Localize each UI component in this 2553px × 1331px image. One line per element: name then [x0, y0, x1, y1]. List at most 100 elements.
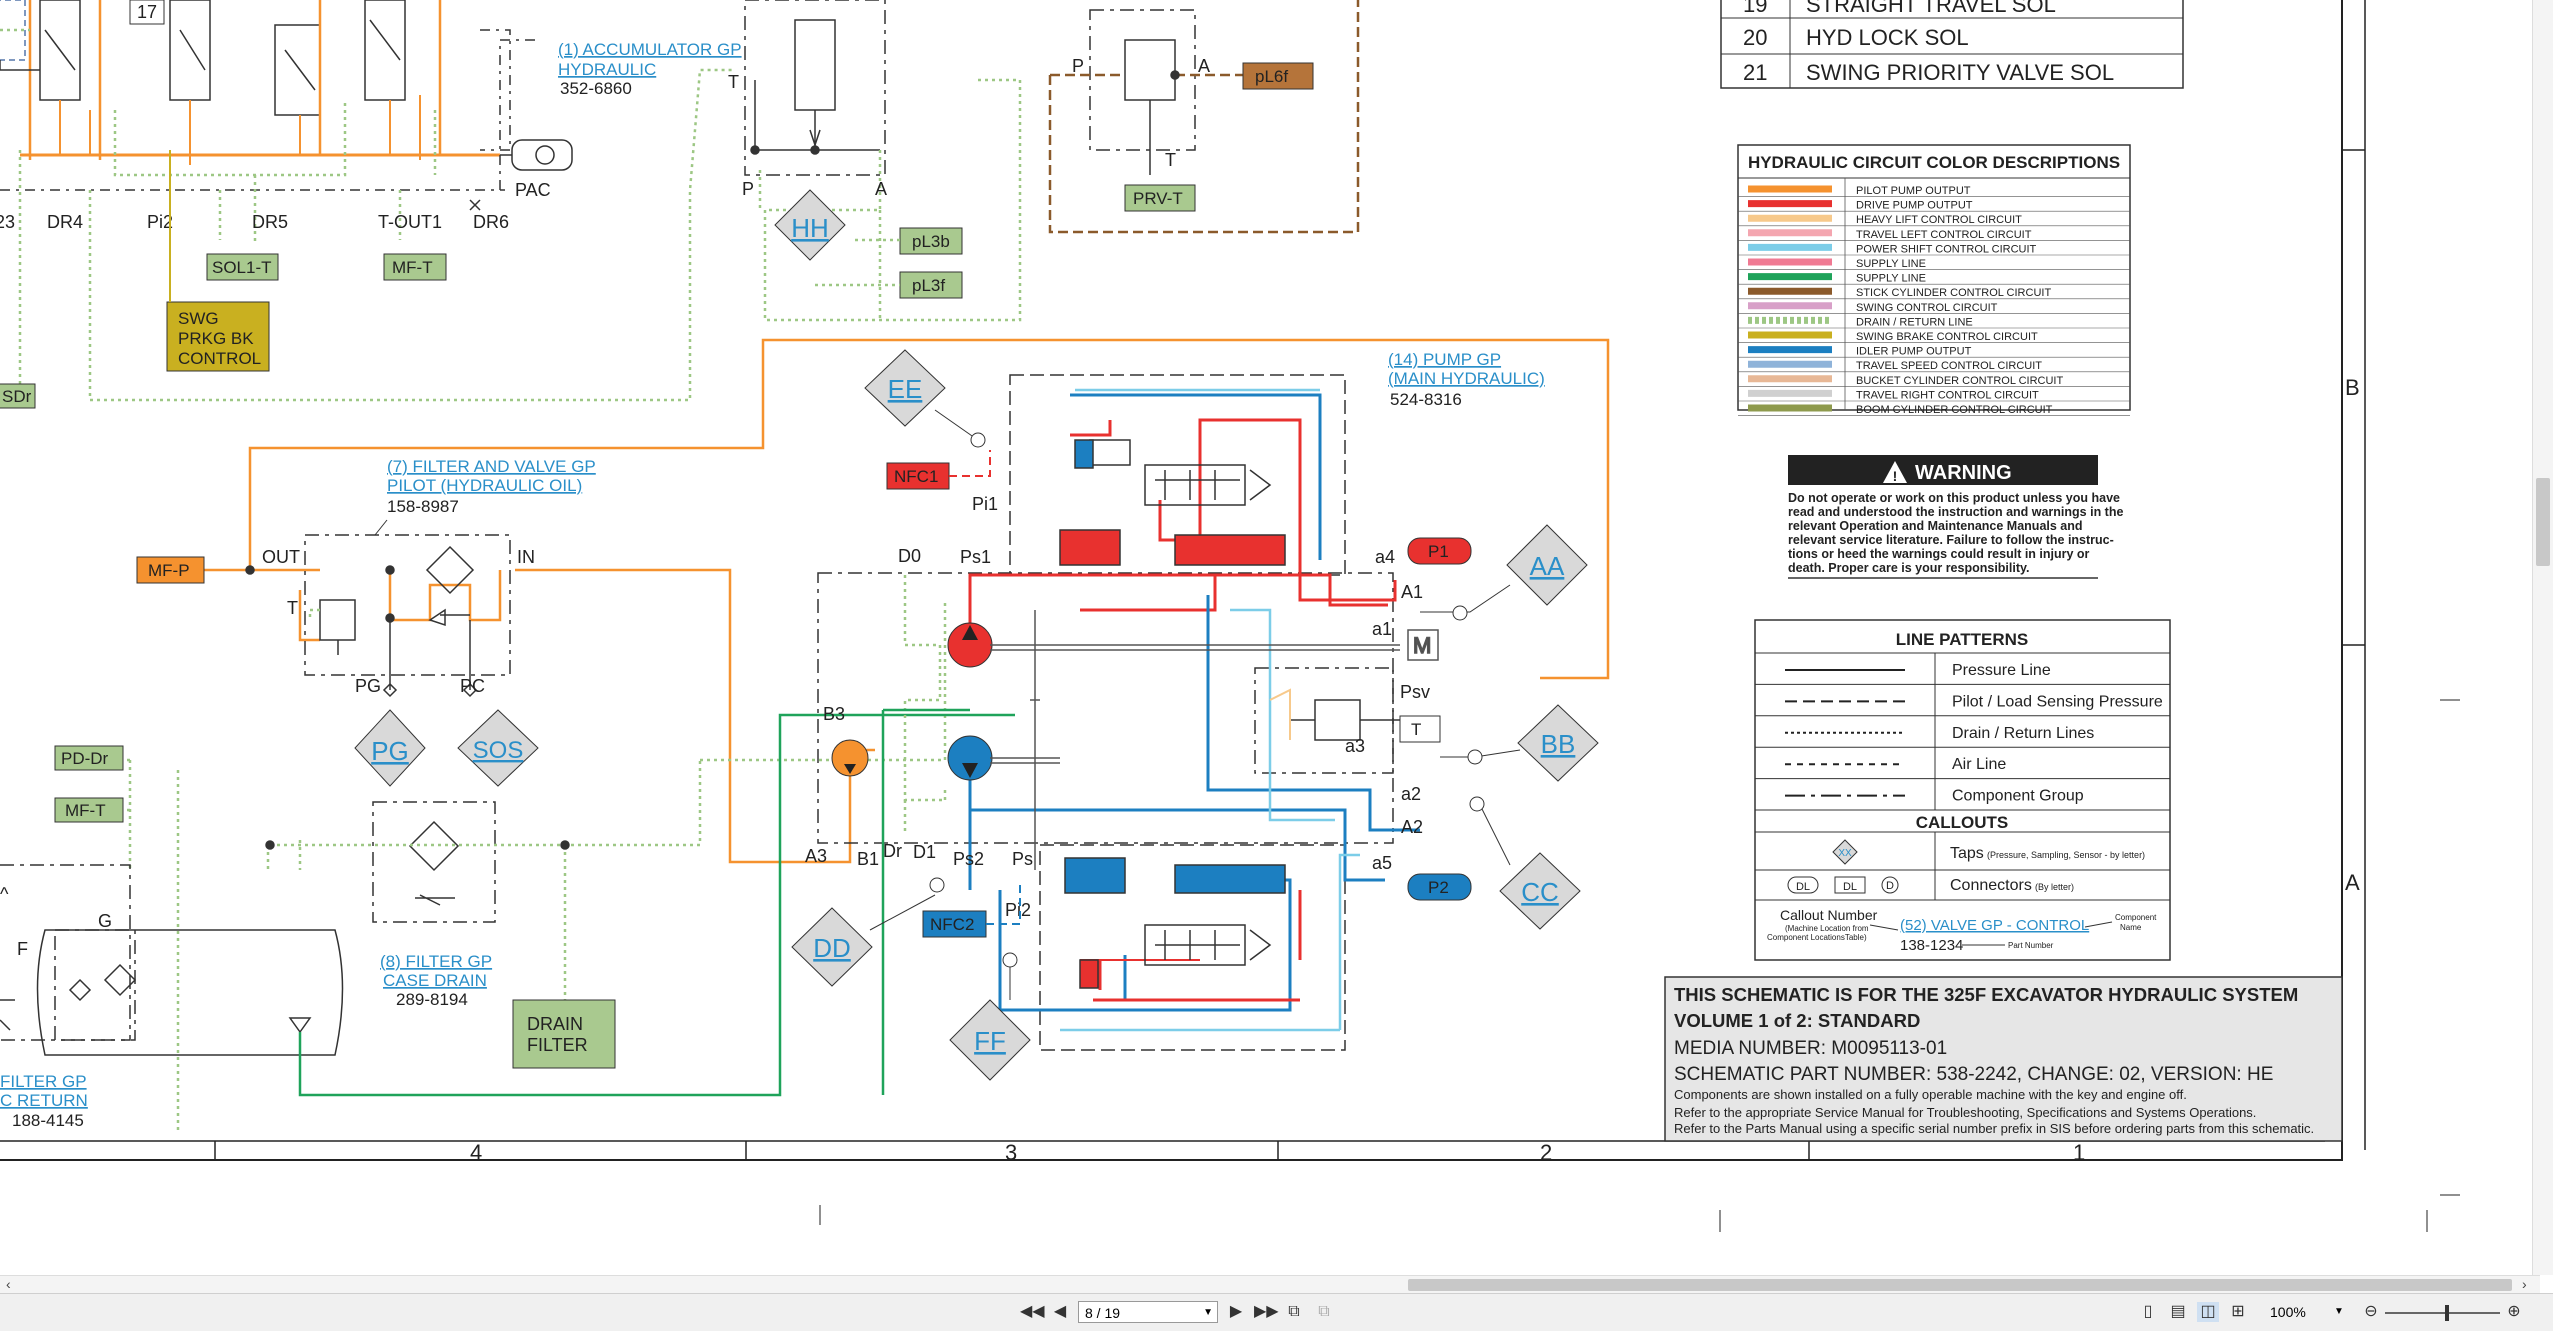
svg-text:DL: DL: [1843, 881, 1857, 893]
pump-callout-title[interactable]: (14) PUMP GP: [1388, 350, 1501, 369]
svg-text:PILOT PUMP OUTPUT: PILOT PUMP OUTPUT: [1856, 185, 1971, 197]
first-page-icon[interactable]: ◀◀: [1020, 1302, 1045, 1322]
tap-dd[interactable]: DD: [791, 907, 873, 987]
scroll-right-icon[interactable]: ›: [2522, 1276, 2527, 1292]
chevron-down-icon[interactable]: ▼: [1203, 1302, 1213, 1324]
continuous-view-icon[interactable]: ▤: [2167, 1302, 2189, 1322]
svg-text:SOL1-T: SOL1-T: [212, 258, 272, 277]
port-box-pl3f: pL3f: [899, 271, 963, 299]
scroll-left-icon[interactable]: ‹: [6, 1276, 11, 1292]
svg-text:Ps2: Ps2: [953, 849, 984, 869]
color-descriptions-table: HYDRAULIC CIRCUIT COLOR DESCRIPTIONS PIL…: [1737, 144, 2131, 416]
svg-text:19: 19: [1743, 0, 1767, 17]
svg-text:Psv: Psv: [1400, 682, 1430, 702]
horizontal-scrollbar[interactable]: ‹ ›: [0, 1275, 2540, 1294]
svg-text:Component Group: Component Group: [1952, 788, 2084, 805]
svg-text:Refer to the Parts Manual usin: Refer to the Parts Manual using a specif…: [1674, 1121, 2314, 1136]
zoom-level[interactable]: 100% ▼: [2270, 1302, 2350, 1322]
svg-text:A2: A2: [1401, 817, 1423, 837]
zoom-slider[interactable]: [2385, 1305, 2500, 1321]
tap-ee[interactable]: EE: [864, 349, 946, 427]
svg-text:(Machine Location from: (Machine Location from: [1785, 924, 1869, 933]
top-center-labels: T P A: [728, 72, 887, 199]
zoom-out-icon[interactable]: ⊖: [2362, 1302, 2380, 1322]
next-page-icon[interactable]: ▶: [1226, 1302, 1246, 1322]
single-page-view-icon[interactable]: ▯: [2137, 1302, 2159, 1322]
zoom-in-icon[interactable]: ⊕: [2505, 1302, 2523, 1322]
svg-text:relevant Operation and Mainten: relevant Operation and Maintenance Manua…: [1788, 519, 2083, 533]
previous-page-icon[interactable]: ◀: [1050, 1302, 1070, 1322]
svg-text:Taps: Taps: [1950, 845, 1984, 862]
svg-text:NFC1: NFC1: [894, 467, 938, 486]
facing-view-icon[interactable]: ◫: [2197, 1302, 2219, 1322]
fit-width-icon[interactable]: ⊞: [2227, 1302, 2249, 1322]
vertical-scroll-thumb[interactable]: [2536, 478, 2550, 566]
return-part-number: 188-4145: [12, 1111, 84, 1130]
svg-text:BOOM CYLINDER CONTROL CIRCUIT: BOOM CYLINDER CONTROL CIRCUIT: [1856, 404, 2053, 416]
svg-text:DRIVE PUMP OUTPUT: DRIVE PUMP OUTPUT: [1856, 200, 1973, 212]
svg-text:P: P: [1072, 56, 1084, 76]
svg-text:FF: FF: [974, 1026, 1006, 1056]
forward-view-icon[interactable]: ⧉: [1312, 1302, 1336, 1322]
return-callout-title[interactable]: FILTER GP: [0, 1072, 87, 1091]
pump-callout-sub[interactable]: (MAIN HYDRAULIC): [1388, 369, 1545, 388]
svg-text:Drain / Return Lines: Drain / Return Lines: [1952, 725, 2094, 742]
last-page-icon[interactable]: ▶▶: [1254, 1302, 1279, 1322]
svg-text:SUPPLY LINE: SUPPLY LINE: [1856, 258, 1926, 270]
svg-text:SOS: SOS: [473, 737, 524, 764]
accumulator-callout-title[interactable]: (1) ACCUMULATOR GP: [558, 40, 742, 59]
viewer-toolbar: ◀◀ ◀ 8 / 19 ▼ ▶ ▶▶ ⧉ ⧉ ▯ ▤ ◫ ⊞ 100% ▼ ⊖ …: [0, 1293, 2553, 1331]
case-drain-callout-title[interactable]: (8) FILTER GP: [380, 952, 492, 971]
relief-valve-group: [744, 0, 1022, 322]
svg-text:DRAIN: DRAIN: [527, 1014, 583, 1034]
tap-ff[interactable]: FF: [949, 999, 1031, 1081]
svg-text:SWING PRIORITY VALVE SOL: SWING PRIORITY VALVE SOL: [1806, 60, 2114, 85]
svg-text:SUPPLY LINE: SUPPLY LINE: [1856, 273, 1926, 285]
drive-pump-1: [947, 622, 993, 668]
horizontal-scroll-thumb[interactable]: [1408, 1279, 2512, 1291]
tap-hh[interactable]: HH: [774, 189, 846, 261]
svg-text:B3: B3: [823, 704, 845, 724]
svg-text:CONTROL: CONTROL: [178, 349, 261, 368]
accumulator-callout-sub[interactable]: HYDRAULIC: [558, 60, 656, 79]
zone-label: 3: [1005, 1140, 1017, 1165]
svg-text:FILTER: FILTER: [527, 1035, 588, 1055]
svg-text:VOLUME 1 of 2: STANDARD: VOLUME 1 of 2: STANDARD: [1674, 1010, 1920, 1031]
chevron-down-icon[interactable]: ▼: [2334, 1302, 2344, 1322]
svg-text:HYDRAULIC CIRCUIT COLOR DESCRI: HYDRAULIC CIRCUIT COLOR DESCRIPTIONS: [1748, 153, 2120, 172]
page-number-input[interactable]: 8 / 19 ▼: [1078, 1301, 1218, 1323]
tap-bb[interactable]: BB: [1517, 704, 1599, 782]
return-callout-sub[interactable]: C RETURN: [0, 1091, 88, 1110]
svg-text:Ps: Ps: [1012, 849, 1033, 869]
svg-text:Component LocationsTable): Component LocationsTable): [1767, 933, 1867, 942]
svg-text:21: 21: [1743, 60, 1767, 85]
tap-pg[interactable]: PG: [354, 709, 426, 787]
tap-sos[interactable]: SOS: [457, 709, 539, 787]
svg-text:Name: Name: [2120, 923, 2142, 932]
zone-label: 1: [2073, 1140, 2085, 1165]
svg-text:a4: a4: [1375, 547, 1395, 567]
drive-pump-lines: [968, 388, 1420, 1032]
svg-text:PAC: PAC: [515, 180, 551, 200]
pump-part-number: 524-8316: [1390, 390, 1462, 409]
vertical-scrollbar[interactable]: [2532, 0, 2553, 1275]
svg-text:A: A: [875, 179, 887, 199]
svg-text:B1: B1: [857, 849, 879, 869]
svg-text:POWER SHIFT CONTROL CIRCUIT: POWER SHIFT CONTROL CIRCUIT: [1856, 243, 2037, 255]
svg-text:A: A: [1198, 56, 1210, 76]
back-view-icon[interactable]: ⧉: [1282, 1302, 1306, 1322]
filter-valve-callout-sub[interactable]: PILOT (HYDRAULIC OIL): [387, 476, 582, 495]
svg-text:D0: D0: [898, 546, 921, 566]
svg-text:^: ^: [0, 884, 9, 904]
svg-text:IN: IN: [517, 547, 535, 567]
case-drain-callout-sub[interactable]: CASE DRAIN: [383, 971, 487, 990]
port-box-pl3b: pL3b: [899, 227, 963, 255]
svg-text:20: 20: [1743, 25, 1767, 50]
tap-aa[interactable]: AA: [1506, 524, 1588, 606]
zone-label: 2: [1540, 1140, 1552, 1165]
zoom-slider-handle[interactable]: [2445, 1305, 2449, 1321]
filter-valve-callout-title[interactable]: (7) FILTER AND VALVE GP: [387, 457, 596, 476]
tap-cc[interactable]: CC: [1499, 852, 1581, 930]
svg-text:Pi2: Pi2: [1005, 900, 1031, 920]
port-box-sol1-t: SOL1-T: [206, 253, 279, 281]
